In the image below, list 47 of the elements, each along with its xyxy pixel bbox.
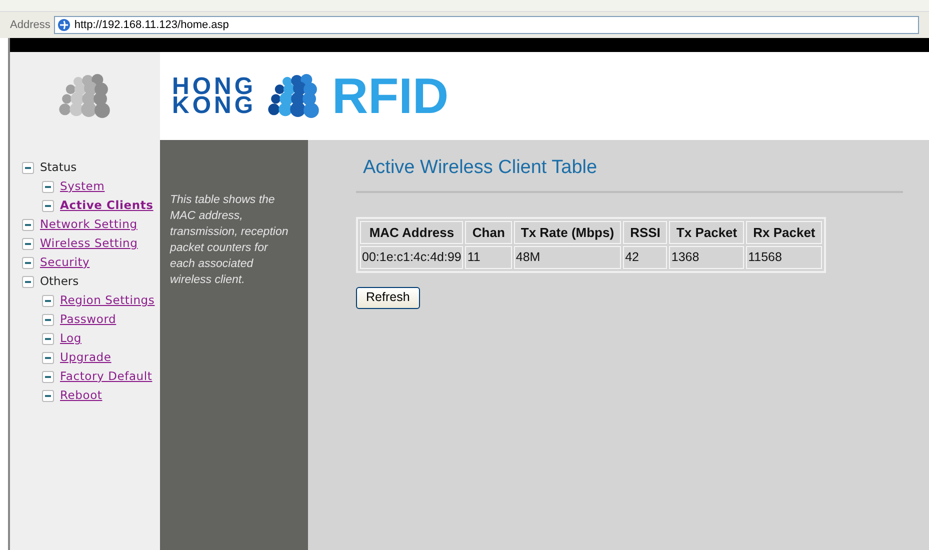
logo-text: KONG: [172, 96, 256, 115]
column-header: Chan: [465, 220, 512, 244]
nav-link[interactable]: Region Settings: [60, 292, 155, 310]
collapse-icon[interactable]: [42, 370, 54, 382]
nav-link[interactable]: Active Clients: [60, 196, 154, 214]
table-cell: 11: [465, 246, 512, 269]
nav-link[interactable]: Security: [40, 254, 90, 272]
collapse-icon[interactable]: [22, 238, 34, 250]
nav-link[interactable]: Reboot: [60, 386, 102, 404]
page-title: Active Wireless Client Table: [363, 156, 598, 180]
nav-link[interactable]: Upgrade: [60, 348, 112, 366]
refresh-button[interactable]: Refresh: [356, 286, 420, 309]
address-label: Address: [10, 18, 50, 33]
table-cell: 00:1e:c1:4c:4d:99: [360, 246, 464, 269]
nav-group-label[interactable]: Others: [40, 272, 79, 290]
column-header: Tx Packet: [669, 220, 744, 244]
table-cell: 42: [623, 246, 668, 269]
nav-link[interactable]: Factory Default: [60, 368, 152, 386]
column-header: Tx Rate (Mbps): [514, 220, 622, 244]
collapse-icon[interactable]: [22, 256, 34, 268]
collapse-icon[interactable]: [22, 218, 34, 230]
nav-link[interactable]: Log: [60, 330, 82, 348]
logo-text: HONG: [172, 77, 256, 96]
column-header: MAC Address: [360, 220, 464, 244]
nav-link[interactable]: System: [60, 178, 105, 196]
collapse-icon[interactable]: [42, 200, 54, 212]
collapse-icon[interactable]: [42, 294, 54, 306]
table-cell: 1368: [669, 246, 744, 269]
logo-text: RFID: [332, 71, 449, 121]
collapse-icon[interactable]: [22, 276, 34, 288]
collapse-icon[interactable]: [22, 162, 34, 174]
table-cell: 48M: [514, 246, 622, 269]
url-field[interactable]: http://192.168.11.123/home.asp: [54, 16, 919, 34]
collapse-icon[interactable]: [42, 352, 54, 364]
column-header: Rx Packet: [746, 220, 822, 244]
url-text: http://192.168.11.123/home.asp: [74, 18, 229, 33]
collapse-icon[interactable]: [42, 390, 54, 402]
nav-link[interactable]: Network Setting: [40, 216, 138, 234]
nav-link[interactable]: Password: [60, 310, 116, 328]
collapse-icon[interactable]: [42, 314, 54, 326]
nav-link[interactable]: Wireless Setting: [40, 234, 138, 252]
column-header: RSSI: [623, 220, 668, 244]
collapse-icon[interactable]: [42, 180, 54, 192]
collapse-icon[interactable]: [42, 332, 54, 344]
table-cell: 11568: [746, 246, 822, 269]
description-text: This table shows the MAC address, transmission, reception packet counters for each associated wireless client.: [170, 193, 290, 288]
nav-group-label[interactable]: Status: [40, 158, 77, 176]
